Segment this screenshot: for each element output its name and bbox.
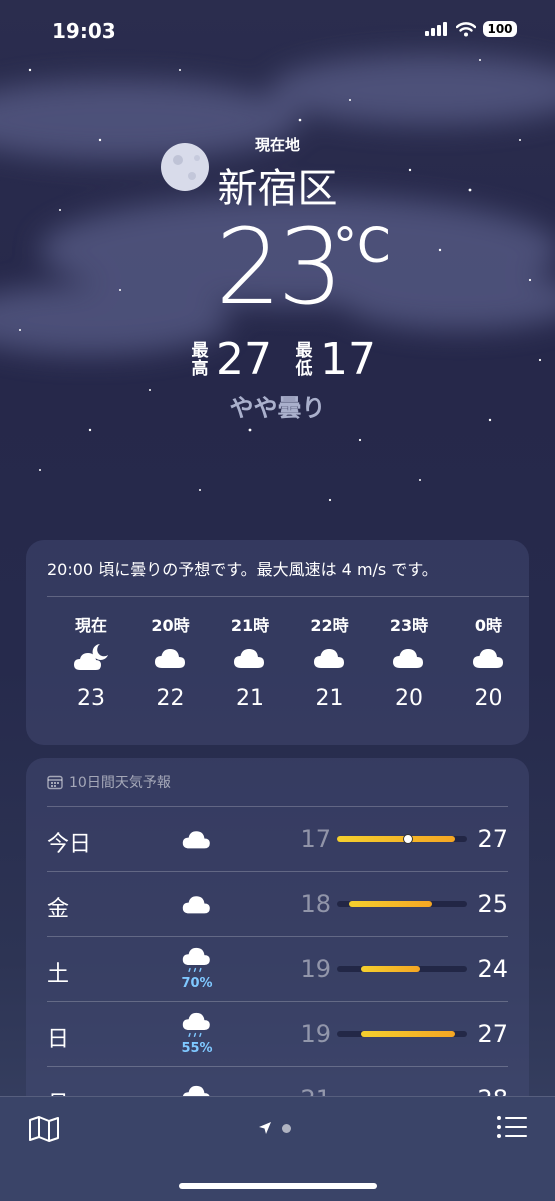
high-value: 27 — [216, 334, 272, 385]
status-time: 19:03 — [52, 19, 116, 43]
cloud-icon — [369, 642, 449, 682]
home-indicator — [179, 1183, 377, 1189]
forecast-row[interactable]: 金 18 25 — [47, 871, 508, 937]
temp-range-bar — [360, 966, 420, 972]
cloud-icon — [131, 642, 211, 682]
hour-time: 20時 — [151, 616, 190, 635]
calendar-icon — [47, 775, 63, 790]
cloud-icon — [210, 642, 290, 682]
cloud-icon — [177, 890, 217, 921]
temp-range-track — [337, 966, 467, 972]
temp-range-track — [337, 1031, 467, 1037]
cloud-rain-icon — [177, 1012, 217, 1043]
forecast-day: 今日 — [47, 832, 92, 857]
hour-item: 22時 21 — [290, 612, 370, 711]
status-bar: 19:03 100 — [0, 0, 555, 62]
temp-range-bar — [348, 901, 432, 907]
hour-temp: 23 — [77, 686, 105, 711]
location-arrow-icon — [259, 1122, 271, 1134]
forecast-header-label: 10日間天気予報 — [69, 775, 171, 791]
signal-icon — [425, 22, 447, 36]
page-indicator[interactable] — [258, 1121, 291, 1135]
page-dot — [282, 1123, 291, 1133]
hour-item: 21時 21 — [210, 612, 290, 711]
hour-time: 21時 — [230, 616, 270, 635]
hourly-strip[interactable]: 現在 23 20時 22 21時 21 22時 21 23時 20 0時 20 1時 2 — [26, 612, 529, 732]
hour-time: 23時 — [389, 616, 429, 635]
forecast-header: 10日間天気予報 — [47, 772, 171, 792]
forecast-high: 25 — [477, 890, 508, 918]
divider — [47, 596, 529, 597]
high-label: 最高 — [191, 340, 209, 379]
forecast-high: 27 — [477, 1020, 508, 1048]
forecast-day: 日 — [47, 1027, 70, 1052]
hour-temp: 21 — [236, 686, 264, 711]
low-label: 最低 — [295, 340, 313, 379]
hour-item: 0時 20 — [449, 612, 529, 711]
hour-item: 現在 23 — [51, 612, 131, 711]
forecast-row[interactable]: 日 55% 19 27 — [47, 1001, 508, 1067]
temp-range-bar — [360, 1031, 456, 1037]
forecast-day: 金 — [47, 897, 70, 922]
forecast-weather — [177, 825, 217, 856]
cloud-rain-icon — [177, 947, 217, 978]
temp-range-bar — [337, 836, 456, 842]
cloud-icon — [449, 642, 529, 682]
current-temperature: 23 — [215, 206, 343, 328]
forecast-low: 19 — [300, 1020, 331, 1048]
temp-range-track — [337, 834, 467, 844]
forecast-weather — [177, 890, 217, 921]
hour-item: 1時 2 — [528, 612, 529, 711]
forecast-day: 土 — [47, 962, 70, 987]
forecast-high: 24 — [477, 955, 508, 983]
forecast-row[interactable]: 今日 17 27 — [47, 806, 508, 872]
cloud-icon — [177, 825, 217, 856]
forecast-low: 19 — [300, 955, 331, 983]
forecast-low: 18 — [300, 890, 331, 918]
forecast-weather: 70% — [177, 947, 217, 991]
hourly-summary: 20:00 頃に曇りの予想です。最大風速は 4 m/s です。 — [47, 560, 438, 579]
cloud-icon — [528, 642, 529, 682]
hour-temp: 21 — [315, 686, 344, 711]
forecast-row[interactable]: 土 70% 19 24 — [47, 936, 508, 1002]
battery-icon: 100 — [483, 21, 517, 37]
hour-temp: 20 — [474, 686, 503, 711]
forecast-low: 17 — [300, 825, 331, 853]
hour-time: 0時 — [474, 616, 503, 635]
cloud-moon-icon — [51, 642, 131, 682]
precip-chance: 55% — [181, 1041, 213, 1056]
temperature-unit: °C — [333, 218, 391, 274]
hour-temp: 20 — [395, 686, 423, 711]
location-label: 現在地 — [254, 136, 300, 154]
hour-item: 23時 20 — [369, 612, 449, 711]
hour-temp: 22 — [156, 686, 185, 711]
condition-text: やや曇り — [229, 394, 326, 422]
hour-time: 現在 — [74, 616, 107, 635]
hour-time: 22時 — [310, 616, 349, 635]
list-icon[interactable] — [497, 1115, 527, 1139]
hourly-forecast-card[interactable]: 20:00 頃に曇りの予想です。最大風速は 4 m/s です。 現在 23 20時 2… — [26, 540, 529, 745]
forecast-high: 27 — [477, 825, 508, 853]
hour-time: 1時 — [528, 612, 529, 636]
cloud-icon — [290, 642, 370, 682]
wifi-icon — [456, 21, 476, 36]
hour-item: 20時 22 — [131, 612, 211, 711]
high-low: 最高 27 最低 17 — [190, 334, 398, 385]
forecast-weather: 55% — [177, 1012, 217, 1056]
temp-range-track — [337, 901, 467, 907]
low-value: 17 — [320, 334, 376, 385]
map-icon[interactable] — [28, 1115, 60, 1143]
hour-temp: 2 — [528, 686, 529, 711]
current-temp-dot — [402, 834, 413, 844]
precip-chance: 70% — [181, 976, 213, 991]
